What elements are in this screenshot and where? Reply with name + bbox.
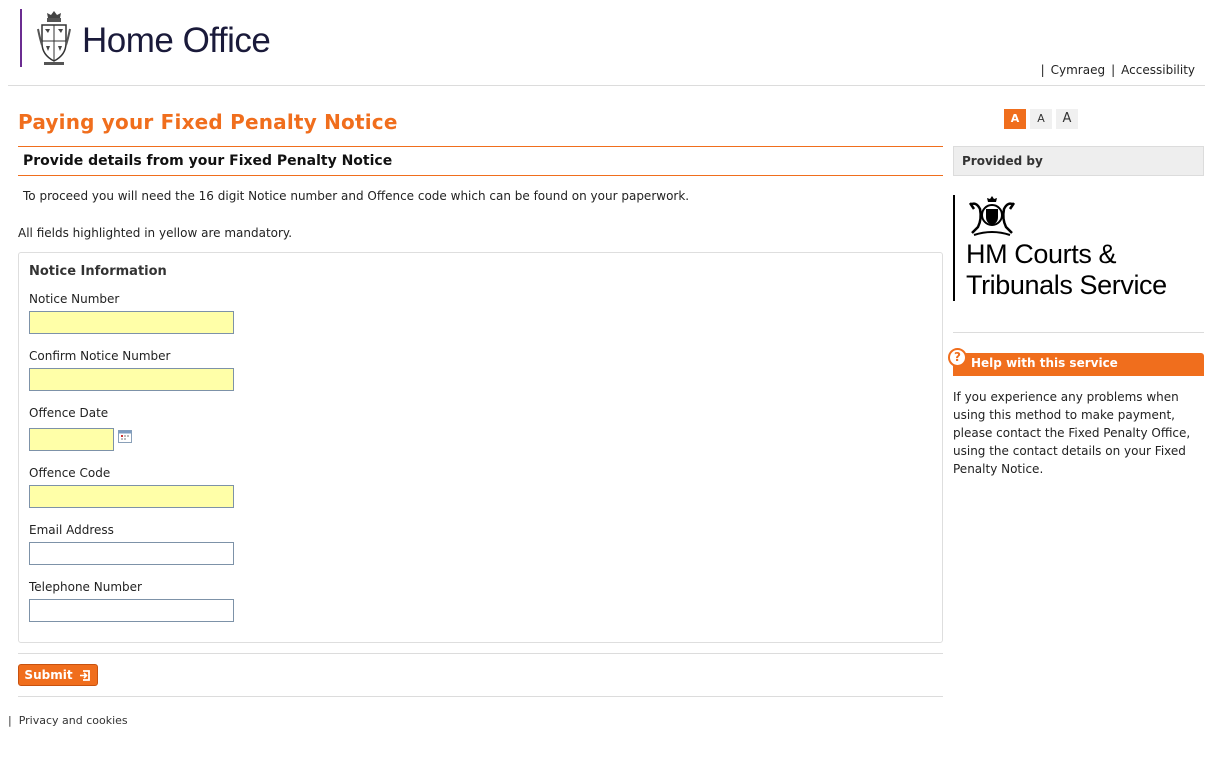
offence-date-input[interactable] bbox=[29, 428, 114, 451]
telephone-number-input[interactable] bbox=[29, 599, 234, 622]
provided-by-heading: Provided by bbox=[953, 146, 1204, 176]
accessibility-link[interactable]: Accessibility bbox=[1121, 63, 1195, 77]
footer: | Privacy and cookies bbox=[8, 714, 128, 727]
text-size-small-button[interactable]: A bbox=[1004, 109, 1026, 129]
page-title: Paying your Fixed Penalty Notice bbox=[18, 110, 398, 134]
submit-arrow-icon bbox=[79, 669, 90, 681]
help-question-icon: ? bbox=[948, 348, 967, 367]
offence-code-input[interactable] bbox=[29, 485, 234, 508]
fieldset-legend: Notice Information bbox=[29, 264, 167, 279]
email-address-label: Email Address bbox=[29, 523, 114, 537]
help-heading: Help with this service bbox=[953, 353, 1204, 376]
site-header: Home Office | Cymraeg | Accessibility bbox=[8, 0, 1205, 86]
offence-code-label: Offence Code bbox=[29, 466, 111, 480]
confirm-notice-number-input[interactable] bbox=[29, 368, 234, 391]
royal-arms-icon bbox=[968, 196, 1016, 236]
royal-crest-icon bbox=[37, 11, 71, 65]
calendar-icon[interactable] bbox=[118, 429, 132, 443]
email-address-input[interactable] bbox=[29, 542, 234, 565]
home-office-logo[interactable]: Home Office bbox=[20, 9, 271, 67]
top-links: | Cymraeg | Accessibility bbox=[1035, 63, 1195, 77]
hmcts-logo[interactable]: HM Courts & Tribunals Service bbox=[953, 195, 1204, 301]
divider bbox=[18, 696, 943, 697]
intro-text: To proceed you will need the 16 digit No… bbox=[23, 189, 690, 203]
submit-label: Submit bbox=[24, 668, 73, 682]
text-size-large-button[interactable]: A bbox=[1056, 109, 1078, 129]
sidebar-divider bbox=[953, 332, 1204, 333]
notice-number-label: Notice Number bbox=[29, 292, 120, 306]
confirm-notice-number-label: Confirm Notice Number bbox=[29, 349, 171, 363]
submit-button[interactable]: Submit bbox=[18, 664, 98, 686]
offence-date-label: Offence Date bbox=[29, 406, 109, 420]
provider-name-line2: Tribunals Service bbox=[966, 270, 1167, 300]
footer-separator: | bbox=[8, 714, 12, 727]
text-size-medium-button[interactable]: A bbox=[1030, 109, 1052, 129]
section-heading: Provide details from your Fixed Penalty … bbox=[18, 146, 943, 176]
text-size-controls: A A A bbox=[1004, 109, 1078, 129]
notice-information-fieldset: Notice Information Notice Number Confirm… bbox=[18, 252, 943, 643]
help-text: If you experience any problems when usin… bbox=[953, 390, 1191, 476]
notice-number-input[interactable] bbox=[29, 311, 234, 334]
privacy-cookies-link[interactable]: Privacy and cookies bbox=[19, 714, 128, 727]
telephone-number-label: Telephone Number bbox=[29, 580, 142, 594]
cymraeg-link[interactable]: Cymraeg bbox=[1051, 63, 1105, 77]
link-separator: | bbox=[1111, 63, 1116, 77]
provider-name-line1: HM Courts & bbox=[966, 239, 1117, 269]
divider bbox=[18, 653, 943, 654]
logo-text: Home Office bbox=[82, 21, 271, 60]
mandatory-note: All fields highlighted in yellow are man… bbox=[18, 226, 293, 240]
link-separator: | bbox=[1040, 63, 1045, 77]
